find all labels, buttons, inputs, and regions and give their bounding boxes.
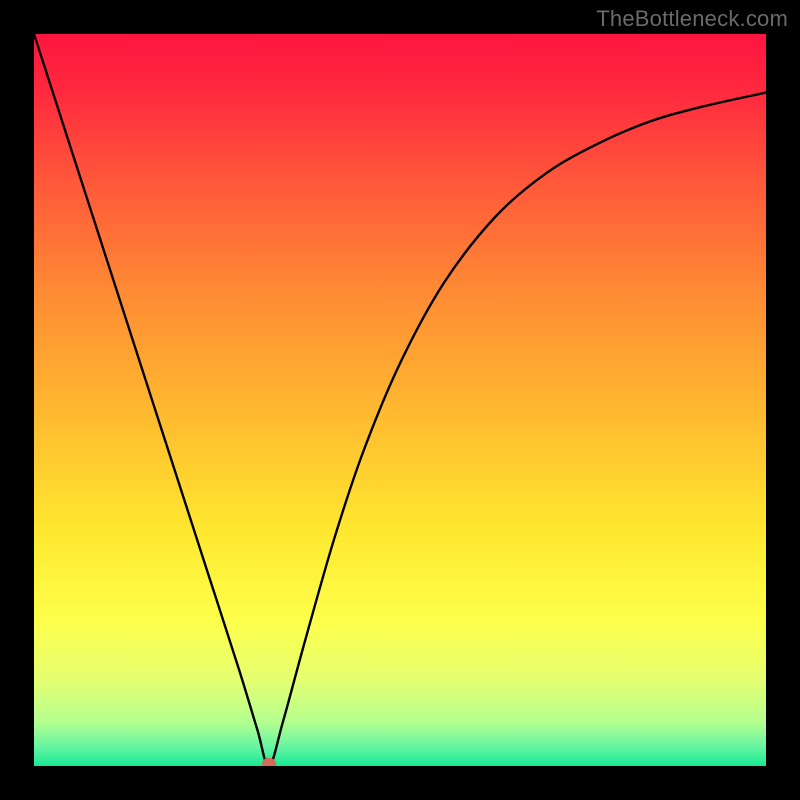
gradient-background [34,34,766,766]
plot-area [34,34,766,766]
watermark-text: TheBottleneck.com [596,6,788,32]
plot-svg [34,34,766,766]
chart-frame: TheBottleneck.com [0,0,800,800]
